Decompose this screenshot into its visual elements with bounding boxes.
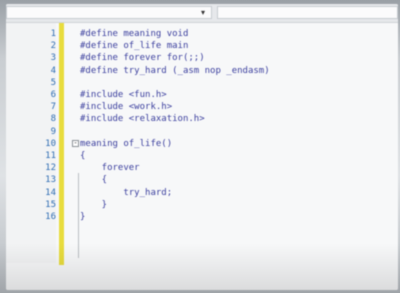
code-text: forever — [80, 163, 140, 174]
code-line[interactable]: 7 #include <work.h> — [6, 101, 398, 113]
editor-window: ▾ 1 #define meaning void 2 #define of_life … — [6, 4, 398, 290]
chevron-down-icon[interactable]: ▾ — [199, 7, 207, 19]
line-number: 4 — [50, 65, 56, 76]
code-text: #include <work.h> — [80, 102, 173, 113]
code-line[interactable]: 16} — [6, 211, 398, 223]
code-text: { — [80, 151, 86, 161]
code-line[interactable]: 12 forever — [6, 162, 398, 174]
code-text: #include <fun.h> — [80, 90, 167, 100]
monitor-frame: ▾ 1 #define meaning void 2 #define of_life … — [0, 0, 400, 293]
code-text: } — [80, 199, 108, 210]
line-number: 12 — [45, 163, 56, 174]
fold-toggle-icon[interactable]: - — [72, 139, 79, 147]
line-number: 9 — [50, 126, 56, 137]
code-text: meaning of_life() — [80, 138, 173, 149]
navigation-bar: ▾ — [6, 4, 398, 23]
code-line[interactable]: 13 { — [6, 174, 398, 186]
code-text: #define meaning void — [80, 29, 189, 39]
line-number: 14 — [45, 187, 56, 198]
line-number: 16 — [45, 212, 56, 222]
code-text: #include <relaxation.h> — [80, 114, 205, 125]
code-line[interactable]: 6 #include <fun.h> — [6, 89, 398, 101]
line-number: 2 — [50, 41, 56, 52]
code-line[interactable]: 2 #define of_life main — [6, 40, 398, 52]
code-text: #define forever for(;;) — [80, 53, 205, 64]
code-line[interactable]: 14 try_hard; — [6, 187, 398, 199]
scope-dropdown[interactable]: ▾ — [6, 6, 212, 19]
line-number: 6 — [50, 90, 56, 100]
code-line[interactable]: 10 - meaning of_life() — [6, 138, 398, 150]
code-line[interactable]: 1 #define meaning void — [6, 28, 398, 40]
line-number: 11 — [45, 151, 56, 161]
line-number: 3 — [50, 53, 56, 64]
code-text: } — [80, 212, 86, 222]
code-text: { — [80, 175, 108, 186]
line-number: 15 — [45, 199, 56, 210]
line-number: 1 — [50, 29, 56, 39]
code-text: #define of_life main — [80, 41, 189, 52]
code-line[interactable]: 8 #include <relaxation.h> — [6, 113, 398, 125]
code-editor[interactable]: 1 #define meaning void 2 #define of_life ma… — [6, 23, 398, 290]
code-line[interactable]: 11 { — [6, 150, 398, 162]
code-line[interactable]: 9 — [6, 126, 398, 138]
line-number: 10 — [45, 138, 56, 149]
code-text: #define try_hard (_asm nop _endasm) — [80, 65, 270, 76]
code-line[interactable]: 5 — [6, 77, 398, 89]
line-number: 7 — [50, 102, 56, 113]
line-number: 13 — [45, 175, 56, 186]
member-dropdown[interactable] — [217, 6, 398, 19]
code-line[interactable]: 4 #define try_hard (_asm nop _endasm) — [6, 65, 398, 77]
code-text: try_hard; — [80, 187, 173, 198]
code-line[interactable]: 3 #define forever for(;;) — [6, 52, 398, 64]
line-number: 5 — [50, 77, 56, 88]
line-number: 8 — [50, 114, 56, 125]
code-line[interactable]: 15 } — [6, 199, 398, 211]
